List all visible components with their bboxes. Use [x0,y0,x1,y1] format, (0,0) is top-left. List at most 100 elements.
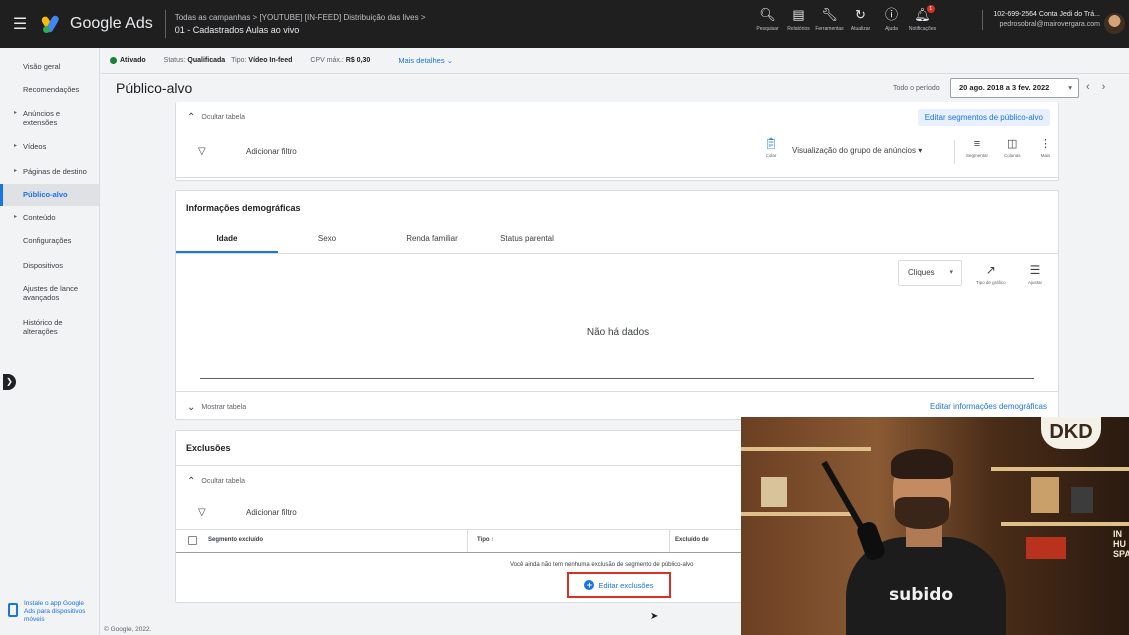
page-title: Público-alvo [116,80,193,96]
dropdown-arrow-icon: ▾ [949,269,953,276]
help-button[interactable]: ⓘ Ajuda [876,4,907,32]
sidebar-item-label: Histórico de alterações [23,318,63,336]
presenter-beard [895,497,949,529]
segment-button[interactable]: ≡ Segmentar [966,135,988,158]
sidebar-item-label: Dispositivos [23,261,64,270]
campaign-title[interactable]: 01 - Cadastrados Aulas ao vivo [175,24,426,37]
add-filter-label: Adicionar filtro [246,147,297,156]
chart-type-button[interactable]: ↗ Tipo de gráfico [976,260,1006,285]
reports-button[interactable]: ▤ Relatórios [783,4,814,32]
tab-gender[interactable]: Sexo [278,231,376,253]
sidebar-item-settings[interactable]: Configurações [0,236,99,245]
sidebar-collapse-button[interactable]: ❯ [3,374,16,390]
shelf-decoration [1071,487,1093,513]
sidebar-item-label: Vídeos [23,142,47,151]
enabled-status[interactable]: Ativado [120,57,146,64]
tools-button[interactable]: 🔧︎ Ferramentas [814,4,845,32]
phone-icon [8,603,18,617]
date-nav: ‹› [1086,81,1117,93]
add-filter-button[interactable]: ▽ Adicionar filtro [198,146,297,157]
type-label: Tipo: [231,57,247,64]
app-name: Google Ads [70,15,153,32]
chevron-down-icon: ⌄ [446,56,453,65]
reports-icon: ▤ [792,7,805,22]
sidebar-item-audience[interactable]: Público-alvo [0,184,99,206]
shelf-decoration [1026,537,1066,559]
columns-label: Colunas [1004,153,1021,158]
search-button[interactable]: 🔍︎ Pesquisar [752,4,783,32]
sidebar-item-change-history[interactable]: Histórico de alterações [0,318,99,336]
column-header-excluded-from[interactable]: Excluído de [675,537,709,543]
adjust-label: Ajustar [1028,280,1043,285]
edit-audience-segments-button[interactable]: Editar segmentos de público-alvo [917,109,1050,126]
sidebar-item-label: Visão geral [23,62,61,71]
more-vert-icon: ⋮ [1040,138,1051,150]
sidebar-item-content[interactable]: ▸ Conteúdo [0,213,99,222]
hide-table-toggle[interactable]: ⌃ Ocultar tabela [187,112,245,123]
shelf-decoration [1031,477,1059,513]
column-header-excluded-segment[interactable]: Segmento excluído [208,537,263,543]
add-filter-label: Adicionar filtro [246,508,297,517]
sidebar-item-recommendations[interactable]: Recomendações [0,85,99,94]
google-ads-logo[interactable]: Google Ads [40,14,153,34]
reports-label: Relatórios [787,26,810,32]
metric-select[interactable]: Cliques ▾ [898,260,962,286]
refresh-button[interactable]: ↻ Atualizar [845,4,876,32]
expand-arrow-icon: ▸ [14,168,18,174]
sidebar-item-label: Conteúdo [23,213,56,222]
edit-exclusions-label: Editar exclusões [598,580,654,590]
account-switcher[interactable]: 102-699-2564 Conta Jedi do Trá... pedros… [982,10,1100,30]
sidebar-item-overview[interactable]: Visão geral [0,62,99,71]
add-filter-button[interactable]: ▽ Adicionar filtro [198,507,297,518]
sidebar-item-label: Recomendações [23,85,80,94]
shelf [741,447,871,451]
expand-arrow-icon: ▸ [14,110,18,116]
mouse-cursor-icon: ➤ [650,611,659,622]
notifications-button[interactable]: 🔔︎ 1 Notificações [907,4,938,32]
hide-table-toggle[interactable]: ⌃ Ocultar tabela [187,476,245,487]
hamburger-icon[interactable]: ☰ [0,14,40,34]
edit-exclusions-button[interactable]: + Editar exclusões [567,572,671,598]
adjust-button[interactable]: ☰ Ajustar [1028,260,1042,285]
column-header-type[interactable]: Tipo ↑ [477,537,494,543]
view-select[interactable]: Visualização do grupo de anúncios ▾ [792,146,922,155]
select-all-checkbox[interactable] [188,536,197,545]
sidebar-item-bid-adjustments[interactable]: Ajustes de lance avançados [0,284,99,302]
filter-icon: ▽ [198,146,206,157]
search-icon: 🔍︎ [759,7,776,22]
background-poster-text: IN HU SPA [1113,529,1129,559]
install-app-link[interactable]: Instale o app Google Ads para dispositiv… [8,600,94,624]
copyright: © Google, 2022. [104,626,152,633]
paste-button[interactable]: 📋︎ Colar [764,135,778,158]
tab-parental-status[interactable]: Status parental [488,231,566,253]
tab-age[interactable]: Idade [176,231,278,253]
sidebar-item-videos[interactable]: ▸ Vídeos [0,142,99,151]
avatar[interactable] [1104,13,1125,34]
help-icon: ⓘ [884,7,898,22]
account-email: pedrosobral@mairovergara.com [999,21,1100,28]
sidebar-item-devices[interactable]: Dispositivos [0,261,99,270]
show-table-toggle[interactable]: ⌄ Mostrar tabela [187,402,246,413]
divider [176,391,1058,392]
previous-period-icon[interactable]: ‹ [1086,81,1102,93]
sidebar-item-ads[interactable]: ▸ Anúncios e extensões [0,109,99,127]
status-label: Status: [163,57,186,64]
dropdown-arrow-icon: ▾ [1068,83,1072,92]
cpv-value: R$ 0,30 [345,57,371,64]
columns-button[interactable]: ◫ Colunas [1004,135,1021,158]
sidebar-item-landing-pages[interactable]: ▸ Páginas de destino [0,167,99,176]
tab-household-income[interactable]: Renda familiar [376,231,488,253]
more-button[interactable]: ⋮ Mais [1040,135,1051,158]
shelf [741,512,851,516]
metric-select-value: Cliques [908,268,935,277]
date-range-picker[interactable]: 20 ago. 2018 a 3 fev. 2022 ▾ [950,78,1079,98]
tools-label: Ferramentas [815,26,844,32]
breadcrumb-path[interactable]: Todas as campanhas > [YOUTUBE] [IN-FEED]… [175,11,426,24]
edit-demographics-link[interactable]: Editar informações demográficas [930,402,1047,411]
more-details-link[interactable]: Mais detalhes ⌄ [398,56,453,65]
wall-sign: DKD [1041,417,1101,449]
page-header: Público-alvo Todo o período 20 ago. 2018… [101,74,1129,102]
next-period-icon[interactable]: › [1102,81,1118,93]
period-label: Todo o período [893,84,940,92]
notifications-label: Notificações [908,26,937,32]
